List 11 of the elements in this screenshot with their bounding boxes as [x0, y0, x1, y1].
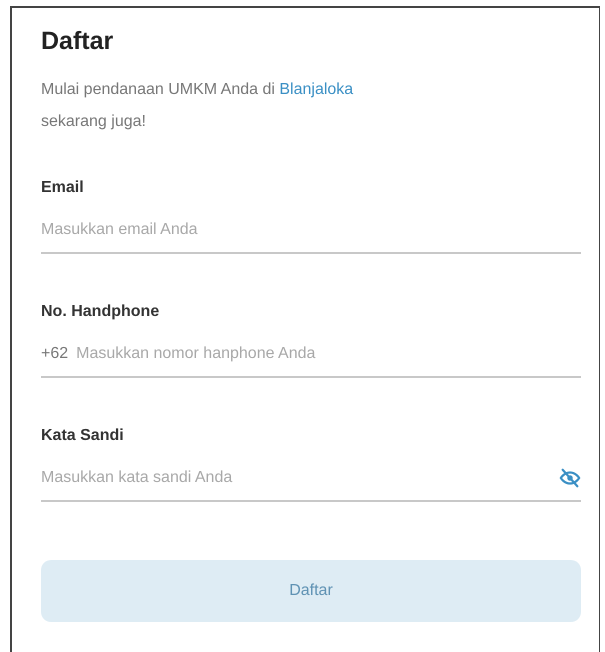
field-label: No. Handphone: [41, 302, 160, 322]
country-code: +62: [41, 344, 68, 364]
email-field[interactable]: Masukkan email Anda: [41, 218, 581, 242]
phone-field[interactable]: Masukkan nomor hanphone Anda: [76, 342, 581, 366]
password-field[interactable]: Masukkan kata sandi Anda: [41, 466, 551, 490]
field-label: Email: [41, 178, 85, 198]
intro-text: Mulai pendanaan UMKM Anda di Blanjaloka sekarang juga!: [41, 80, 354, 132]
eye-slash-icon[interactable]: [559, 467, 581, 489]
field-label: Kata Sandi: [41, 426, 125, 446]
brand-link[interactable]: Blanjaloka: [279, 81, 354, 98]
page-title: Daftar: [41, 26, 114, 56]
